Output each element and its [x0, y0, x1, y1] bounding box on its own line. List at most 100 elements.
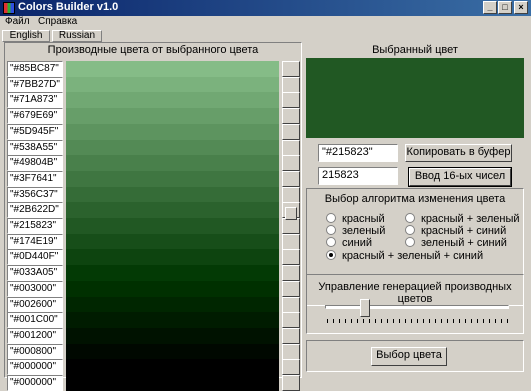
- close-button[interactable]: ×: [514, 1, 528, 14]
- derived-select-button[interactable]: [282, 375, 300, 391]
- radio-blue[interactable]: синий: [326, 237, 372, 249]
- selected-color-preview: [306, 58, 524, 138]
- derived-select-button[interactable]: [282, 359, 300, 375]
- derived-color-swatch: [66, 344, 279, 360]
- radio-green-indicator[interactable]: [326, 225, 336, 235]
- title-bar[interactable]: Colors Builder v1.0 _ □ ×: [0, 0, 531, 16]
- algorithm-group-title: Выбор алгоритма изменения цвета: [324, 193, 506, 205]
- derived-select-button[interactable]: [282, 187, 300, 203]
- menu-help[interactable]: Справка: [38, 16, 77, 27]
- tab-russian[interactable]: Russian: [52, 30, 102, 42]
- radio-blue-indicator[interactable]: [326, 237, 336, 247]
- radio-green-blue[interactable]: зеленый + синий: [405, 237, 507, 249]
- generation-slider-thumb[interactable]: [360, 299, 370, 317]
- derived-hex-field[interactable]: "#3F7641": [7, 171, 63, 187]
- derived-select-button[interactable]: [282, 140, 300, 156]
- derived-select-button[interactable]: [282, 328, 300, 344]
- copy-to-clipboard-button[interactable]: Копировать в буфер: [405, 144, 512, 162]
- derived-color-swatch: [66, 171, 279, 187]
- derived-hex-field[interactable]: "#85BC87": [7, 61, 63, 77]
- derived-color-swatch: [66, 312, 279, 328]
- derived-hex-field[interactable]: "#215823": [7, 218, 63, 234]
- derived-hex-field[interactable]: "#003000": [7, 281, 63, 297]
- derived-colors-panel: Производные цвета от выбранного цвета "#…: [4, 42, 302, 391]
- radio-red-label: красный: [342, 213, 385, 225]
- derived-color-swatch: [66, 375, 279, 391]
- derived-hex-field[interactable]: "#000000": [7, 375, 63, 391]
- derived-hex-field[interactable]: "#002600": [7, 297, 63, 313]
- menu-bar: Файл Справка: [0, 16, 531, 29]
- app-window: Colors Builder v1.0 _ □ × Файл Справка E…: [0, 0, 531, 391]
- derived-select-button[interactable]: [282, 124, 300, 140]
- derived-hex-field[interactable]: "#49804B": [7, 155, 63, 171]
- radio-red-green-blue-indicator[interactable]: [326, 250, 336, 260]
- derived-select-button[interactable]: [282, 297, 300, 313]
- derived-color-swatch: [66, 328, 279, 344]
- derived-select-button[interactable]: [282, 108, 300, 124]
- derived-hex-field[interactable]: "#033A05": [7, 265, 63, 281]
- derived-select-button[interactable]: [282, 344, 300, 360]
- derived-select-button[interactable]: [282, 92, 300, 108]
- generation-control-group: Управление генерацией производных цветов: [306, 274, 524, 334]
- derived-select-button[interactable]: [282, 249, 300, 265]
- derived-select-button[interactable]: [282, 171, 300, 187]
- radio-red-blue-indicator[interactable]: [405, 225, 415, 235]
- derived-colors-header: Производные цвета от выбранного цвета: [47, 44, 259, 56]
- derived-hex-field[interactable]: "#001C00": [7, 312, 63, 328]
- derived-color-swatch: [66, 61, 279, 77]
- derived-hex-field[interactable]: "#679E69": [7, 108, 63, 124]
- tab-english[interactable]: English: [2, 30, 50, 42]
- generation-slider-track[interactable]: [325, 305, 509, 309]
- selected-color-panel: Выбранный цвет "#215823" Копировать в бу…: [304, 42, 526, 378]
- hex-number-field[interactable]: 215823: [318, 167, 398, 185]
- radio-red-green-blue[interactable]: красный + зеленый + синий: [326, 250, 483, 262]
- derived-select-button[interactable]: [282, 234, 300, 250]
- radio-red-green-blue-label: красный + зеленый + синий: [342, 250, 484, 262]
- derived-select-button[interactable]: [282, 281, 300, 297]
- derived-select-button[interactable]: [282, 61, 300, 77]
- window-title: Colors Builder v1.0: [18, 1, 119, 13]
- derived-select-button[interactable]: [282, 218, 300, 234]
- derived-hex-field[interactable]: "#001200": [7, 328, 63, 344]
- derived-hex-field[interactable]: "#5D945F": [7, 124, 63, 140]
- derived-color-swatch: [66, 124, 279, 140]
- radio-red-green-label: красный + зеленый: [421, 213, 520, 225]
- radio-red-blue[interactable]: красный + синий: [405, 225, 506, 237]
- derived-hex-field[interactable]: "#7BB27D": [7, 77, 63, 93]
- generation-slider-ticks: [327, 319, 509, 323]
- derived-hex-field[interactable]: "#356C37": [7, 187, 63, 203]
- radio-red-green[interactable]: красный + зеленый: [405, 213, 520, 225]
- derived-hex-field[interactable]: "#538A55": [7, 140, 63, 156]
- derived-color-swatch: [66, 77, 279, 93]
- hex-string-field[interactable]: "#215823": [318, 144, 398, 162]
- minimize-button[interactable]: _: [483, 1, 497, 14]
- generation-control-title: Управление генерацией производных цветов: [318, 281, 512, 305]
- derived-hex-field[interactable]: "#174E19": [7, 234, 63, 250]
- derived-color-swatch: [66, 249, 279, 265]
- choose-color-button[interactable]: Выбор цвета: [371, 347, 447, 366]
- derived-color-swatch: [66, 281, 279, 297]
- radio-green-blue-indicator[interactable]: [405, 237, 415, 247]
- derived-hex-field[interactable]: "#71A873": [7, 92, 63, 108]
- derived-select-button[interactable]: [282, 265, 300, 281]
- menu-file[interactable]: Файл: [5, 16, 30, 27]
- derived-hex-field[interactable]: "#000000": [7, 359, 63, 375]
- radio-green-label: зеленый: [342, 225, 386, 237]
- radio-red[interactable]: красный: [326, 213, 385, 225]
- enter-hex-button[interactable]: Ввод 16-ых чисел: [408, 167, 512, 187]
- derived-color-swatch: [66, 155, 279, 171]
- derived-hex-field[interactable]: "#0D440F": [7, 249, 63, 265]
- derived-select-button[interactable]: [282, 77, 300, 93]
- app-icon: [3, 2, 15, 14]
- derived-select-button[interactable]: [282, 312, 300, 328]
- derived-select-button[interactable]: [282, 155, 300, 171]
- derived-hex-field[interactable]: "#2B622D": [7, 202, 63, 218]
- derived-color-swatch: [66, 265, 279, 281]
- derived-hex-field[interactable]: "#000800": [7, 344, 63, 360]
- radio-green[interactable]: зеленый: [326, 225, 385, 237]
- derived-scroll-thumb[interactable]: [285, 207, 297, 220]
- radio-red-green-indicator[interactable]: [405, 213, 415, 223]
- derived-color-swatch: [66, 218, 279, 234]
- maximize-button[interactable]: □: [498, 1, 512, 14]
- radio-red-indicator[interactable]: [326, 213, 336, 223]
